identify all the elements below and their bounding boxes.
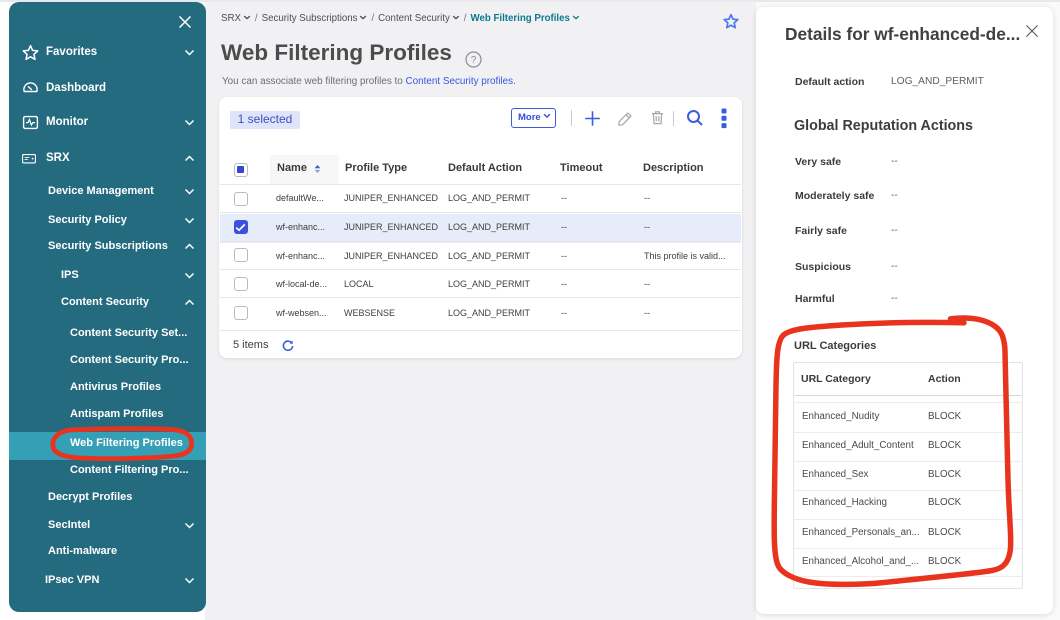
svg-text:?: ?	[471, 55, 477, 66]
